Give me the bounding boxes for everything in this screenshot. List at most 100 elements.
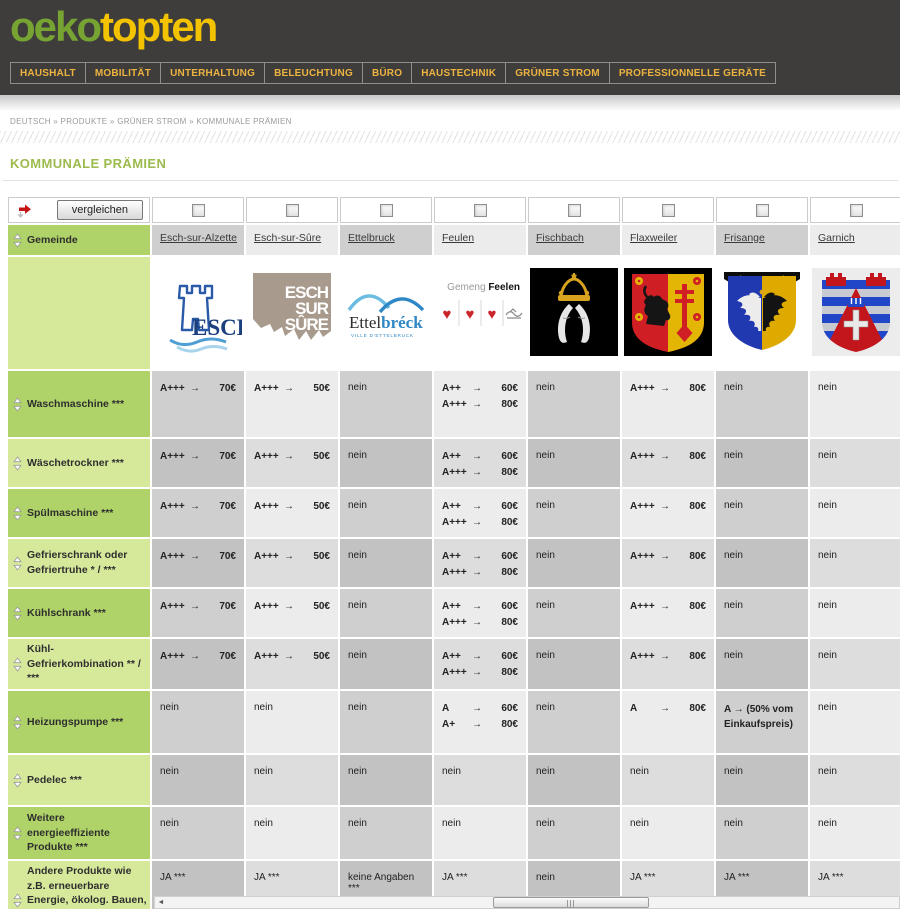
column-header-esch-sur-alzette: Esch-sur-Alzette [152,225,244,255]
premium-line: A+++→50€ [254,551,333,562]
value-cell: nein [152,691,244,753]
compare-checkbox-ettelbruck[interactable] [380,204,393,217]
value-cell: nein [716,439,808,487]
value-cell: nein [528,539,620,587]
column-link-esch-sur-sûre[interactable]: Esch-sur-Sûre [254,232,321,244]
horizontal-scrollbar[interactable]: ◄ [154,896,900,909]
compare-checkbox-flaxweiler[interactable] [662,204,675,217]
sort-icon[interactable] [13,233,22,248]
oekotopten-logo[interactable]: oekotopten [10,4,216,50]
checkbox-cell-flaxweiler [622,197,714,223]
value-cell: nein [716,807,808,859]
premium-line: A+++→80€ [630,601,709,612]
sort-icon[interactable] [13,556,22,571]
compare-button[interactable]: vergleichen [57,200,143,220]
row-label-text: Heizungspumpe *** [27,715,123,730]
value-cell: A+++→80€ [622,439,714,487]
nav-item-beleuchtung[interactable]: BELEUCHTUNG [264,63,362,83]
breadcrumb[interactable]: DEUTSCH » PRODUKTE » GRÜNER STROM » KOMM… [10,117,900,126]
column-link-flaxweiler[interactable]: Flaxweiler [630,232,677,244]
value-cell: nein [340,489,432,537]
column-link-garnich[interactable]: Garnich [818,232,855,244]
column-link-ettelbruck[interactable]: Ettelbruck [348,232,395,244]
sort-icon[interactable] [13,657,22,672]
value-text: nein [630,818,649,829]
premium-line: A→60€ [442,703,521,714]
row-label-wäschetrockner: Wäschetrockner *** [8,439,150,487]
value-cell: A→60€A+→80€ [434,691,526,753]
sort-icon[interactable] [13,773,22,788]
value-cell: nein [152,807,244,859]
value-text: nein [724,650,743,661]
sort-icon[interactable] [13,893,22,908]
stripes-divider [0,131,900,143]
value-cell: nein [622,807,714,859]
value-cell: nein [528,371,620,437]
sort-icon[interactable] [13,456,22,471]
sort-icon[interactable] [13,506,22,521]
fischbach-logo [530,268,618,356]
value-cell: A+++→50€ [246,439,338,487]
esch-alzette-logo: ESCH [154,268,242,356]
row-label-text: Spülmaschine *** [27,506,113,521]
header-fade [0,95,900,111]
row-label-text: Gefrierschrank oder Gefriertruhe * / *** [27,548,147,577]
value-text: JA *** [818,872,844,883]
premium-line: A+++→80€ [442,667,521,678]
nav-item-büro[interactable]: BÜRO [362,63,411,83]
value-text: nein [536,650,555,661]
value-cell: nein [810,539,900,587]
value-text: nein [724,766,743,777]
column-header-frisange: Frisange [716,225,808,255]
value-cell: A+++→50€ [246,639,338,689]
column-link-esch-sur-alzette[interactable]: Esch-sur-Alzette [160,232,237,244]
value-cell: A→80€ [622,691,714,753]
nav-item-mobilität[interactable]: MOBILITÄT [85,63,160,83]
scroll-left-arrow[interactable]: ◄ [156,897,166,908]
sort-icon[interactable] [13,397,22,412]
nav-item-haustechnik[interactable]: HAUSTECHNIK [411,63,505,83]
flaxweiler-logo [624,268,712,356]
sort-icon[interactable] [13,606,22,621]
sort-icon[interactable] [13,715,22,730]
premium-line: A+++→80€ [630,383,709,394]
column-link-frisange[interactable]: Frisange [724,232,765,244]
value-text: nein [348,550,367,561]
value-cell: nein [434,755,526,805]
premium-line: A+++→50€ [254,651,333,662]
nav-item-unterhaltung[interactable]: UNTERHALTUNG [160,63,264,83]
compare-checkbox-esch-sur-sûre[interactable] [286,204,299,217]
value-text: nein [536,382,555,393]
value-text: nein [348,382,367,393]
scrollbar-thumb[interactable] [493,897,649,908]
checkbox-cell-esch-sur-alzette [152,197,244,223]
column-link-feulen[interactable]: Feulen [442,232,474,244]
value-cell: A+++→70€ [152,589,244,637]
table-row: Heizungspumpe ***neinneinneinA→60€A+→80€… [8,691,900,753]
sort-icon[interactable] [13,826,22,841]
checkbox-cell-garnich [810,197,900,223]
main-nav: HAUSHALTMOBILITÄTUNTERHALTUNGBELEUCHTUNG… [10,62,776,84]
row-label-heizungspumpe: Heizungspumpe *** [8,691,150,753]
value-text: nein [442,766,461,777]
compare-checkbox-garnich[interactable] [850,204,863,217]
compare-checkbox-frisange[interactable] [756,204,769,217]
premium-line: A+++→80€ [442,617,521,628]
nav-item-professionnelle-geräte[interactable]: PROFESSIONNELLE GERÄTE [609,63,775,83]
ettelbruck-logo: EttelbréckVILLE D'ETTELBRUCK [342,268,430,356]
logo-cell-garnich [810,257,900,369]
nav-item-grüner-strom[interactable]: GRÜNER STROM [505,63,609,83]
checkbox-cell-fischbach [528,197,620,223]
compare-checkbox-feulen[interactable] [474,204,487,217]
row-label-pedelec: Pedelec *** [8,755,150,805]
value-text: nein [254,818,273,829]
value-text: nein [536,500,555,511]
column-link-fischbach[interactable]: Fischbach [536,232,584,244]
compare-checkbox-fischbach[interactable] [568,204,581,217]
nav-item-haushalt[interactable]: HAUSHALT [11,63,85,83]
value-cell: nein [340,691,432,753]
row-label-text: Pedelec *** [27,773,82,788]
premium-line: A+++→70€ [160,501,239,512]
value-cell: nein [340,807,432,859]
compare-checkbox-esch-sur-alzette[interactable] [192,204,205,217]
